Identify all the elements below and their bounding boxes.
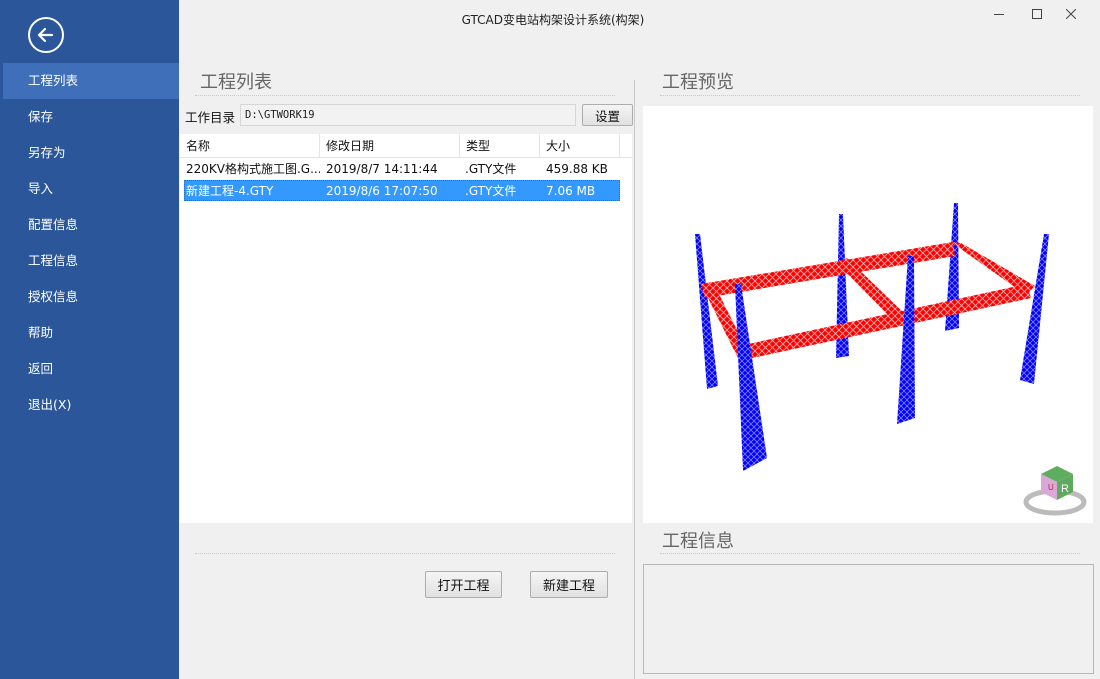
column-header-name[interactable]: 名称 — [180, 134, 320, 158]
sidebar-item-config-info[interactable]: 配置信息 — [0, 207, 179, 243]
sidebar-item-help[interactable]: 帮助 — [0, 315, 179, 351]
column-header-size[interactable]: 大小 — [540, 134, 620, 158]
view-cube-face-u: U — [1048, 483, 1054, 492]
window-title: GTCAD变电站构架设计系统(构架) — [461, 13, 645, 27]
file-type: .GTY文件 — [465, 184, 517, 198]
sidebar-item-import[interactable]: 导入 — [0, 171, 179, 207]
preview-heading: 工程预览 — [662, 72, 734, 93]
open-project-button[interactable]: 打开工程 — [425, 571, 502, 598]
view-cube-face-r: R — [1061, 483, 1069, 495]
arrow-left-icon — [37, 27, 54, 43]
preview-divider — [660, 95, 1080, 96]
view-cube[interactable]: U B R — [1023, 466, 1087, 516]
file-type: .GTY文件 — [465, 162, 517, 176]
tower-column — [897, 256, 915, 424]
file-name: 新建工程-4.GTY — [186, 184, 274, 198]
project-info-heading: 工程信息 — [662, 531, 734, 552]
project-info-panel — [643, 564, 1094, 674]
sidebar-item-return[interactable]: 返回 — [0, 351, 179, 387]
maximize-button[interactable] — [1025, 4, 1049, 24]
file-size: 7.06 MB — [546, 184, 596, 198]
backstage-sidebar: 工程列表 保存 另存为 导入 配置信息 工程信息 授权信息 帮助 返回 退出(X… — [0, 0, 179, 679]
sidebar-menu: 工程列表 保存 另存为 导入 配置信息 工程信息 授权信息 帮助 返回 退出(X… — [0, 63, 179, 423]
panel-splitter[interactable] — [634, 80, 635, 679]
minimize-button[interactable] — [987, 4, 1011, 24]
close-button[interactable] — [1059, 4, 1083, 24]
action-panel — [180, 523, 634, 679]
column-header-date[interactable]: 修改日期 — [320, 134, 460, 158]
project-preview-viewport[interactable]: U B R — [643, 106, 1093, 523]
sidebar-item-project-info[interactable]: 工程信息 — [0, 243, 179, 279]
file-name: 220KV格构式施工图.G... — [186, 162, 320, 176]
substation-frame-3d-model: U B R — [695, 203, 1087, 516]
heading-divider — [195, 95, 615, 96]
column-header-type[interactable]: 类型 — [460, 134, 540, 158]
sidebar-item-project-list[interactable]: 工程列表 — [3, 63, 179, 99]
sidebar-item-exit[interactable]: 退出(X) — [0, 387, 179, 423]
sidebar-item-save[interactable]: 保存 — [0, 99, 179, 135]
file-list[interactable]: 名称 修改日期 类型 大小 220KV格构式施工图.G... 2019/8/7 … — [180, 134, 632, 523]
file-list-header: 名称 修改日期 类型 大小 — [180, 134, 632, 158]
maximize-icon — [1032, 9, 1042, 19]
tower-column — [695, 234, 718, 389]
title-bar: GTCAD变电站构架设计系统(构架) — [179, 0, 1100, 40]
file-size: 459.88 KB — [546, 162, 608, 176]
minimize-icon — [994, 14, 1004, 15]
file-date: 2019/8/6 17:07:50 — [326, 184, 438, 198]
close-icon — [1066, 9, 1076, 19]
sidebar-item-license-info[interactable]: 授权信息 — [0, 279, 179, 315]
new-project-button[interactable]: 新建工程 — [530, 571, 608, 598]
workdir-field[interactable]: D:\GTWORK19 — [240, 104, 576, 126]
sidebar-item-save-as[interactable]: 另存为 — [0, 135, 179, 171]
action-divider — [195, 553, 615, 554]
table-row-selected[interactable]: 新建工程-4.GTY 2019/8/6 17:07:50 .GTY文件 7.06… — [184, 180, 620, 201]
tower-column — [735, 284, 767, 471]
back-button[interactable] — [28, 17, 64, 53]
info-divider — [660, 553, 1080, 554]
table-row[interactable]: 220KV格构式施工图.G... 2019/8/7 14:11:44 .GTY文… — [184, 159, 620, 180]
settings-button[interactable]: 设置 — [582, 104, 633, 126]
tower-column — [1020, 234, 1049, 384]
workdir-label: 工作目录 — [185, 110, 236, 125]
project-list-heading: 工程列表 — [200, 72, 272, 93]
file-date: 2019/8/7 14:11:44 — [326, 162, 438, 176]
